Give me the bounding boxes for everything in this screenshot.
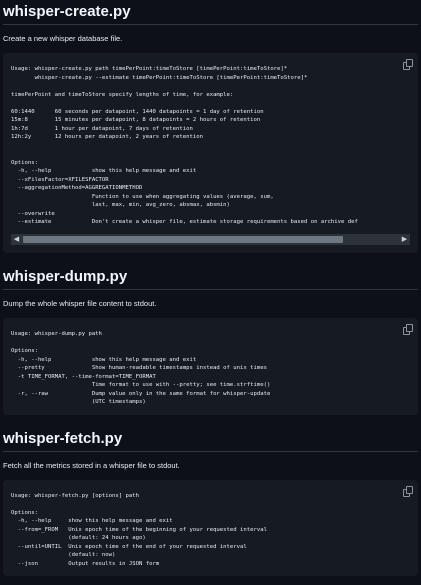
section-title-whisper-create: whisper-create.py (3, 0, 418, 25)
section-description-whisper-dump: Dump the whole whisper file content to s… (3, 299, 157, 308)
section-title-whisper-dump: whisper-dump.py (3, 265, 418, 290)
copy-icon[interactable] (402, 59, 413, 70)
scrollbar-thumb[interactable] (23, 236, 343, 243)
section-title-whisper-fetch: whisper-fetch.py (3, 427, 418, 452)
section-description-whisper-fetch: Fetch all the metrics stored in a whispe… (3, 460, 180, 470)
scroll-right-arrow-icon[interactable]: ▶ (399, 234, 410, 245)
copy-icon[interactable] (402, 485, 413, 497)
code-block-whisper-create: Usage: whisper-create.py path timePerPoi… (3, 53, 418, 253)
copy-icon[interactable] (402, 324, 413, 335)
horizontal-scrollbar[interactable]: ◀ ▶ (11, 234, 410, 245)
scroll-left-arrow-icon[interactable]: ◀ (11, 234, 22, 245)
code-text-whisper-fetch: Usage: whisper-fetch.py [options] path O… (11, 492, 267, 567)
code-block-whisper-fetch: Usage: whisper-fetch.py [options] path O… (3, 479, 418, 576)
code-text-whisper-dump: Usage: whisper-dump.py path Options: -h,… (11, 331, 271, 405)
code-text-whisper-create: Usage: whisper-create.py path timePerPoi… (11, 66, 358, 225)
section-description-whisper-create: Create a new whisper database file. (3, 34, 123, 43)
code-block-whisper-dump: Usage: whisper-dump.py path Options: -h,… (3, 318, 418, 415)
